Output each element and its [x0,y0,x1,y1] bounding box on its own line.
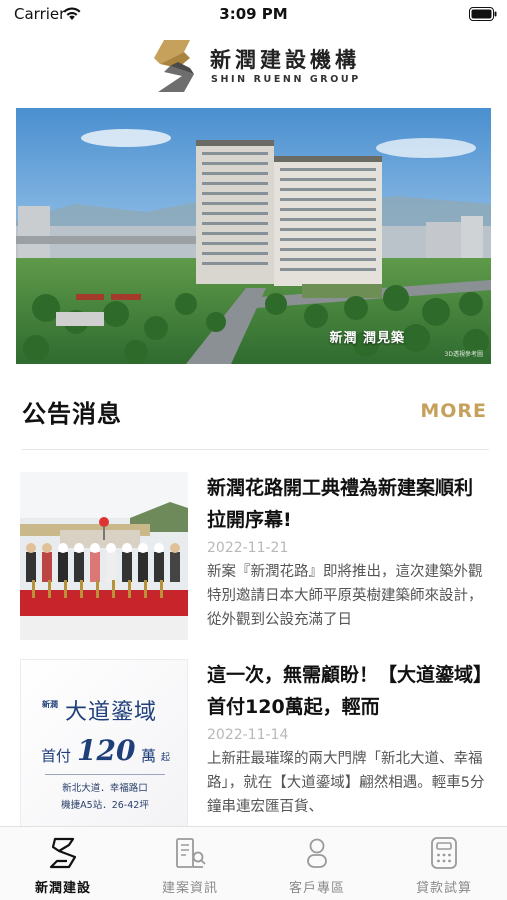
tab-label: 客戶專區 [288,881,345,896]
groundbreaking-photo [20,472,188,640]
tab-home[interactable]: 新潤建設 [0,827,126,900]
thumb-project-name: 大道鎏域 [65,700,158,725]
tab-customer[interactable]: 客戶專區 [254,827,380,900]
building-search-icon [176,838,206,868]
tab-loan-calculator[interactable]: 貸款試算 [381,827,507,900]
section-divider [22,449,489,450]
brand-name-cn: 新潤建設機構 [210,48,360,72]
brand-header: 新潤建設機構 SHIN RUENN GROUP [0,36,507,98]
thumb-brand: 新潤 [42,700,58,709]
clock: 3:09 PM [219,5,288,23]
news-date: 2022-11-21 [207,540,289,556]
tab-label: 新潤建設 [34,881,91,896]
news-thumbnail: 新潤 大道鎏域 首付 120 萬 起 新北大道．幸福路口 機捷A5站．26-42… [20,659,188,827]
status-bar: Carrier 3:09 PM [0,0,507,28]
hero-image [16,108,491,364]
tab-projects[interactable]: 建案資訊 [127,827,253,900]
news-excerpt: 上新莊最璀璨的兩大門牌「新北大道、幸福路」，就在【大道鎏域】翩然相遇。輕車5分鐘… [207,751,485,815]
hero-note: 3D透視參考圖 [444,351,483,358]
news-body: 這一次，無需顧盼！【大道鎏域】首付120萬起，輕而 2022-11-14 上新莊… [207,659,490,819]
thumb-divider [45,774,165,775]
announcements-title: 公告消息 [22,400,122,428]
brand-logo-icon [49,837,77,869]
news-item[interactable]: 新潤 大道鎏域 首付 120 萬 起 新北大道．幸福路口 機捷A5站．26-42… [20,659,490,827]
news-date: 2022-11-14 [207,727,289,743]
news-body: 新潤花路開工典禮為新建案順利拉開序幕! 2022-11-21 新案『新潤花路』即… [207,472,490,632]
brand-logo-icon [154,40,194,92]
tab-label: 建案資訊 [161,881,218,896]
thumb-location: 新北大道．幸福路口 [62,783,148,794]
news-excerpt: 新案『新潤花路』即將推出，這次建築外觀特別邀請日本大師平原英樹建築師來設計，從外… [207,564,483,628]
brand-name-en: SHIN RUENN GROUP [211,74,361,85]
battery-icon [469,7,497,21]
news-thumbnail [20,472,188,640]
news-title: 這一次，無需顧盼！【大道鎏域】首付120萬起，輕而 [207,664,483,718]
user-icon [307,838,327,868]
tab-bar: 新潤建設 建案資訊 客戶專區 貸款試算 [0,826,507,900]
thumb-detail: 機捷A5站．26-42坪 [61,800,149,811]
hero-caption: 新潤 潤見築 [329,331,405,346]
hero-banner[interactable]: 新潤 潤見築 3D透視參考圖 [16,108,491,364]
tab-label: 貸款試算 [415,881,472,896]
news-title: 新潤花路開工典禮為新建案順利拉開序幕! [207,477,474,531]
more-link[interactable]: MORE [420,400,487,422]
news-item[interactable]: 新潤花路開工典禮為新建案順利拉開序幕! 2022-11-21 新案『新潤花路』即… [20,472,490,640]
thumb-price: 首付 120 萬 起 [41,734,171,767]
calculator-icon [431,837,457,869]
